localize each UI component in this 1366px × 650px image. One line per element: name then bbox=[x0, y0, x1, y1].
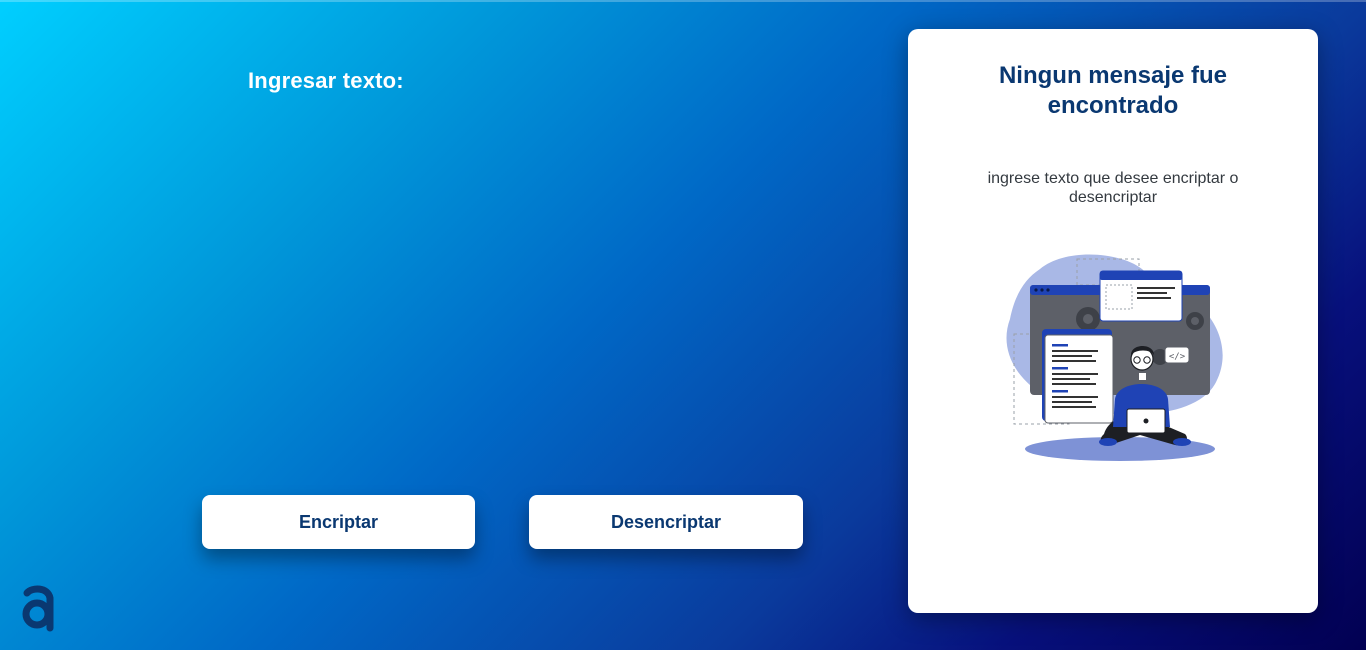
top-border-line bbox=[0, 0, 1366, 2]
alura-logo-icon bbox=[18, 584, 58, 632]
result-card: Ningun mensaje fue encontrado ingrese te… bbox=[908, 29, 1318, 613]
result-title: Ningun mensaje fue encontrado bbox=[998, 62, 1228, 119]
result-subtitle: ingrese texto que desee encriptar o dese… bbox=[987, 170, 1239, 206]
text-input-area[interactable] bbox=[248, 110, 812, 474]
developer-laptop-illustration-icon: </> bbox=[1000, 249, 1230, 464]
encrypt-button[interactable]: Encriptar bbox=[202, 495, 475, 549]
svg-text:</>: </> bbox=[1169, 352, 1186, 362]
input-label: Ingresar texto: bbox=[248, 68, 404, 93]
decrypt-button[interactable]: Desencriptar bbox=[529, 495, 803, 549]
